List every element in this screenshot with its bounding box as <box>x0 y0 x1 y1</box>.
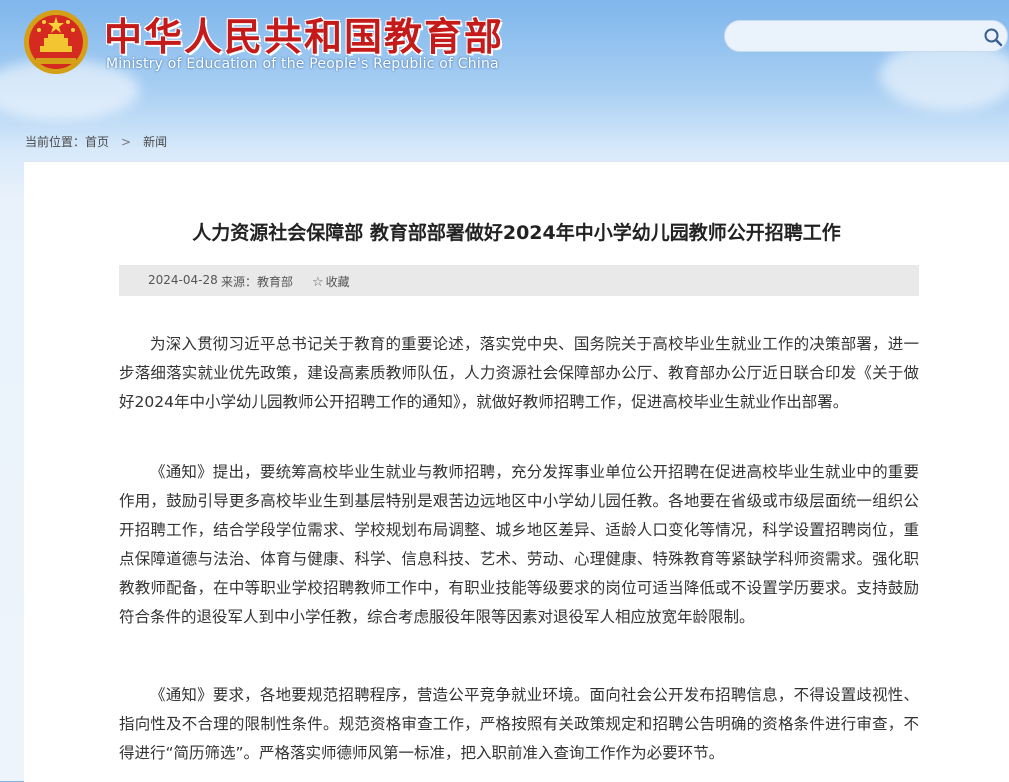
favorite-button[interactable]: ☆ 收藏 <box>312 273 350 290</box>
national-emblem-icon[interactable] <box>22 8 90 76</box>
chevron-right-icon: > <box>121 135 132 149</box>
star-icon: ☆ <box>312 275 324 290</box>
article-paragraph: 《通知》要求，各地要规范招聘程序，营造公平竞争就业环境。面向社会公开发布招聘信息… <box>119 686 919 762</box>
search-icon[interactable] <box>983 27 1003 47</box>
site-title[interactable]: 中华人民共和国教育部 <box>104 6 504 61</box>
breadcrumb-label: 当前位置： <box>25 135 86 149</box>
site-subtitle: Ministry of Education of the People's Re… <box>106 56 499 72</box>
favorite-label: 收藏 <box>325 275 350 289</box>
search-input[interactable] <box>739 26 983 48</box>
article-source: 来源：教育部 <box>221 275 294 289</box>
article-title: 人力资源社会保障部 教育部部署做好2024年中小学幼儿园教师公开招聘工作 <box>192 222 841 244</box>
breadcrumb: 当前位置：首页 > 新闻 <box>25 133 167 150</box>
search-box <box>724 20 1008 52</box>
article-meta-bar: 2024-04-28 来源：教育部 ☆ 收藏 <box>119 265 919 296</box>
article-paragraph: 《通知》提出，要统筹高校毕业生就业与教师招聘，充分发挥事业单位公开招聘在促进高校… <box>119 463 919 626</box>
article-date: 2024-04-28 <box>148 273 218 287</box>
breadcrumb-home-link[interactable]: 首页 <box>85 133 109 150</box>
breadcrumb-news-link[interactable]: 新闻 <box>143 133 167 150</box>
article-container: 人力资源社会保障部 教育部部署做好2024年中小学幼儿园教师公开招聘工作 202… <box>24 161 1009 782</box>
site-header: 中华人民共和国教育部 Ministry of Education of the … <box>0 0 1009 120</box>
article-paragraph: 为深入贯彻习近平总书记关于教育的重要论述，落实党中央、国务院关于高校毕业生就业工… <box>119 335 919 411</box>
